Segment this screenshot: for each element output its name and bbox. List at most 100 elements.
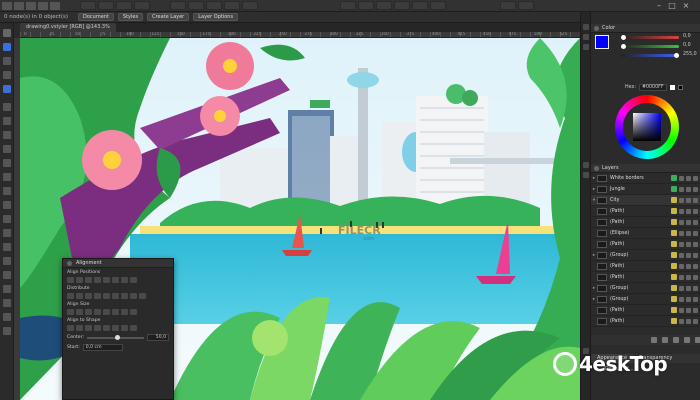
align-left-icon[interactable] xyxy=(67,277,74,283)
lock-icon[interactable] xyxy=(679,274,684,280)
min-width-icon[interactable] xyxy=(94,309,101,315)
visibility-icon[interactable] xyxy=(686,318,691,324)
layer-row[interactable]: (Path) xyxy=(591,316,700,327)
distribute-even-icon[interactable] xyxy=(139,293,146,299)
visibility-icon[interactable] xyxy=(686,274,691,280)
center-value[interactable]: 50,0 xyxy=(147,334,169,341)
lower-button[interactable] xyxy=(224,1,240,10)
visibility-icon[interactable] xyxy=(686,197,691,203)
color-panel-header[interactable]: Color xyxy=(591,24,700,33)
align-center-h-icon[interactable] xyxy=(76,277,83,283)
fit-icon[interactable] xyxy=(130,309,137,315)
blend-tool-icon[interactable] xyxy=(3,243,11,251)
layer-row[interactable]: ▸ (Group) xyxy=(591,283,700,294)
more-icon[interactable] xyxy=(693,241,698,247)
lock-icon[interactable] xyxy=(679,230,684,236)
save-icon[interactable] xyxy=(26,1,36,10)
channel-value-b[interactable]: 255,0 xyxy=(683,52,697,57)
undo-icon[interactable] xyxy=(38,1,48,10)
max-height-icon[interactable] xyxy=(121,309,128,315)
eraser-tool-icon[interactable] xyxy=(3,229,11,237)
open-file-icon[interactable] xyxy=(14,1,24,10)
distribute-top-icon[interactable] xyxy=(103,293,110,299)
node-tool-icon[interactable] xyxy=(3,43,11,51)
layer-color-swatch[interactable] xyxy=(671,186,677,192)
distribute-center-h-icon[interactable] xyxy=(76,293,83,299)
saturation-value-square[interactable] xyxy=(633,113,661,141)
channel-value-g[interactable]: 0,0 xyxy=(683,43,691,48)
duplicate-button[interactable] xyxy=(134,1,150,10)
cut-button[interactable] xyxy=(80,1,96,10)
layer-row[interactable]: ▸ White borders xyxy=(591,173,700,184)
align-to-page-icon[interactable] xyxy=(121,277,128,283)
layer-row[interactable]: ▸ Jungle xyxy=(591,184,700,195)
layer-color-swatch[interactable] xyxy=(671,307,677,313)
zoom-out-button[interactable] xyxy=(518,1,534,10)
color-wheel[interactable] xyxy=(615,95,679,159)
distribute-gap-h-icon[interactable] xyxy=(94,293,101,299)
lock-icon[interactable] xyxy=(679,175,684,181)
duplicate-layer-icon[interactable] xyxy=(684,337,690,343)
channel-slider-r[interactable] xyxy=(621,35,679,40)
more-icon[interactable] xyxy=(693,175,698,181)
channel-knob[interactable] xyxy=(621,35,626,40)
layer-row[interactable]: (Path) xyxy=(591,239,700,250)
layers-panel-header[interactable]: Layers xyxy=(591,164,700,173)
same-width-icon[interactable] xyxy=(67,309,74,315)
layer-color-swatch[interactable] xyxy=(671,263,677,269)
align-relative-icon[interactable] xyxy=(130,277,137,283)
eyedropper-tool-icon[interactable] xyxy=(3,201,11,209)
lock-icon[interactable] xyxy=(679,197,684,203)
more-icon[interactable] xyxy=(693,274,698,280)
visibility-icon[interactable] xyxy=(686,296,691,302)
layer-color-swatch[interactable] xyxy=(671,197,677,203)
visibility-icon[interactable] xyxy=(686,285,691,291)
lock-icon[interactable] xyxy=(679,186,684,192)
raise-button[interactable] xyxy=(206,1,222,10)
document-button[interactable]: Document xyxy=(78,13,114,21)
distribute-left-icon[interactable] xyxy=(67,293,74,299)
shape-align-3-icon[interactable] xyxy=(85,325,92,331)
layer-row[interactable]: (Path) xyxy=(591,261,700,272)
rectangle-tool-icon[interactable] xyxy=(3,103,11,111)
more-icon[interactable] xyxy=(693,307,698,313)
distribute-center-v-icon[interactable] xyxy=(112,293,119,299)
visibility-icon[interactable] xyxy=(686,241,691,247)
channel-knob[interactable] xyxy=(621,44,626,49)
break-apart-button[interactable] xyxy=(430,1,446,10)
delete-layer-icon[interactable] xyxy=(695,337,700,343)
add-layer-icon[interactable] xyxy=(651,337,657,343)
copy-button[interactable] xyxy=(98,1,114,10)
lock-icon[interactable] xyxy=(679,285,684,291)
pencil-tool-icon[interactable] xyxy=(3,71,11,79)
shape-align-1-icon[interactable] xyxy=(67,325,74,331)
gradient-tool-icon[interactable] xyxy=(3,173,11,181)
black-swatch-icon[interactable] xyxy=(677,85,683,90)
shape-align-2-icon[interactable] xyxy=(76,325,83,331)
combine-button[interactable] xyxy=(412,1,428,10)
redo-icon[interactable] xyxy=(50,1,60,10)
union-button[interactable] xyxy=(340,1,356,10)
more-icon[interactable] xyxy=(693,252,698,258)
polygon-tool-icon[interactable] xyxy=(3,131,11,139)
max-width-icon[interactable] xyxy=(103,309,110,315)
hand-tool-icon[interactable] xyxy=(3,271,11,279)
more-icon[interactable] xyxy=(693,208,698,214)
shape-align-5-icon[interactable] xyxy=(103,325,110,331)
visibility-icon[interactable] xyxy=(686,252,691,258)
more-icon[interactable] xyxy=(693,318,698,324)
channel-slider-b[interactable] xyxy=(621,53,679,58)
channel-knob[interactable] xyxy=(674,53,679,58)
shape-align-4-icon[interactable] xyxy=(94,325,101,331)
zoom-in-button[interactable] xyxy=(500,1,516,10)
foreground-color-swatch[interactable] xyxy=(595,35,609,49)
zoom-tool-icon[interactable] xyxy=(3,285,11,293)
layer-color-swatch[interactable] xyxy=(671,296,677,302)
layer-color-swatch[interactable] xyxy=(671,175,677,181)
flip-button[interactable] xyxy=(242,1,258,10)
lock-icon[interactable] xyxy=(679,263,684,269)
layer-row[interactable]: (Path) xyxy=(591,206,700,217)
styles-button[interactable]: Styles xyxy=(117,13,144,21)
layer-row[interactable]: (Path) xyxy=(591,305,700,316)
center-slider-knob[interactable] xyxy=(115,334,121,340)
